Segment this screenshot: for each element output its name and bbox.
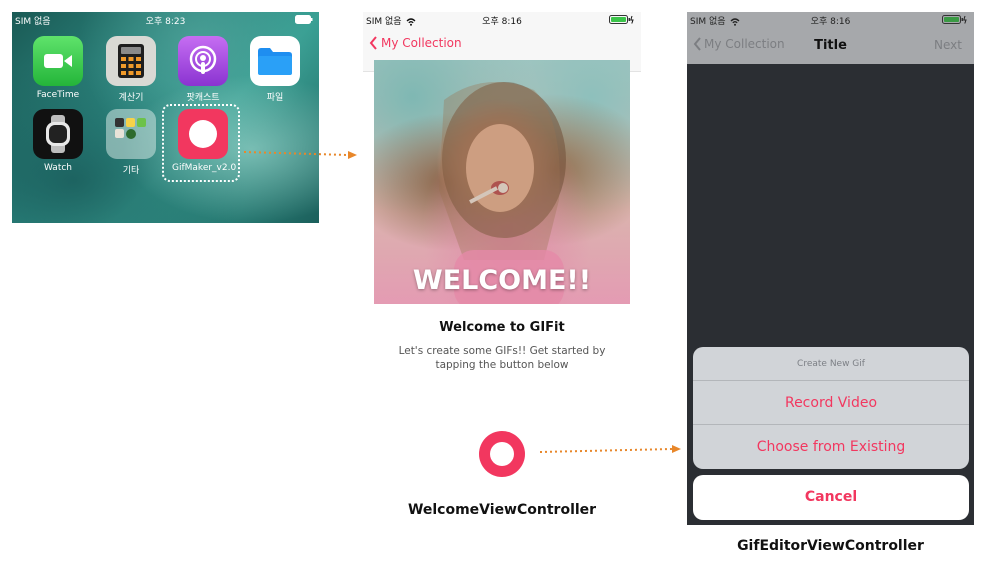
folder-icon xyxy=(106,109,156,159)
clock-label: 오후 8:23 xyxy=(145,17,186,27)
status-bar: SIM 없음 오후 8:16 xyxy=(363,12,641,28)
chevron-left-icon xyxy=(369,36,377,50)
record-dot-icon xyxy=(490,442,514,466)
podcasts-icon xyxy=(178,36,228,86)
app-label: 계산기 xyxy=(118,93,144,103)
app-calculator[interactable]: 계산기 xyxy=(100,36,162,103)
navigation-bar: My Collection Title Next xyxy=(687,28,974,64)
facetime-icon xyxy=(33,36,83,86)
editor-caption: GifEditorViewController xyxy=(737,538,924,554)
highlight-box xyxy=(162,104,240,182)
next-button[interactable]: Next xyxy=(934,38,962,52)
app-label: Watch xyxy=(43,163,73,173)
app-label: 파일 xyxy=(266,93,284,103)
app-podcasts[interactable]: 팟캐스트 xyxy=(172,36,234,103)
battery-icon xyxy=(609,15,635,27)
gif-editor-screen: SIM 없음 오후 8:16 My Collection Title Next … xyxy=(687,12,974,525)
choose-existing-button[interactable]: Choose from Existing xyxy=(693,425,969,469)
welcome-caption: WelcomeViewController xyxy=(407,502,597,518)
action-sheet-header: Create New Gif xyxy=(693,347,969,381)
welcome-subtitle: Let's create some GIFs!! Get started by … xyxy=(398,345,606,371)
app-label: 기타 xyxy=(122,166,140,176)
app-files[interactable]: 파일 xyxy=(244,36,306,103)
record-video-button[interactable]: Record Video xyxy=(693,381,969,425)
app-watch[interactable]: Watch xyxy=(27,109,89,173)
clock-label: 오후 8:16 xyxy=(810,17,851,27)
nav-title: Title xyxy=(814,38,847,53)
app-label: FaceTime xyxy=(36,90,80,100)
back-button[interactable]: My Collection xyxy=(369,36,462,50)
flow-arrow-icon xyxy=(539,445,681,453)
hero-text: WELCOME!! xyxy=(412,265,592,296)
app-label: 팟캐스트 xyxy=(186,93,220,103)
record-button[interactable] xyxy=(479,431,525,477)
flow-arrow-icon xyxy=(244,151,357,159)
welcome-gif-image: WELCOME!! xyxy=(374,60,630,304)
battery-icon xyxy=(295,15,313,27)
calculator-icon xyxy=(106,36,156,86)
welcome-screen: SIM 없음 오후 8:16 My Collection WELCOME!! W… xyxy=(363,12,641,402)
clock-label: 오후 8:16 xyxy=(482,17,522,27)
status-bar: SIM 없음 오후 8:23 xyxy=(12,12,319,28)
app-facetime[interactable]: FaceTime xyxy=(27,36,89,100)
app-folder-other[interactable]: 기타 xyxy=(100,109,162,176)
status-bar: SIM 없음 오후 8:16 xyxy=(687,12,974,28)
welcome-title: Welcome to GIFit xyxy=(439,320,565,335)
battery-icon xyxy=(942,15,968,27)
home-screen: SIM 없음 오후 8:23 FaceTime 계산기 팟캐스트 파일 Watc… xyxy=(12,12,319,223)
cancel-button[interactable]: Cancel xyxy=(693,475,969,520)
watch-icon xyxy=(33,109,83,159)
files-icon xyxy=(250,36,300,86)
action-sheet: Create New Gif Record Video Choose from … xyxy=(693,347,969,469)
back-label: My Collection xyxy=(381,36,462,50)
